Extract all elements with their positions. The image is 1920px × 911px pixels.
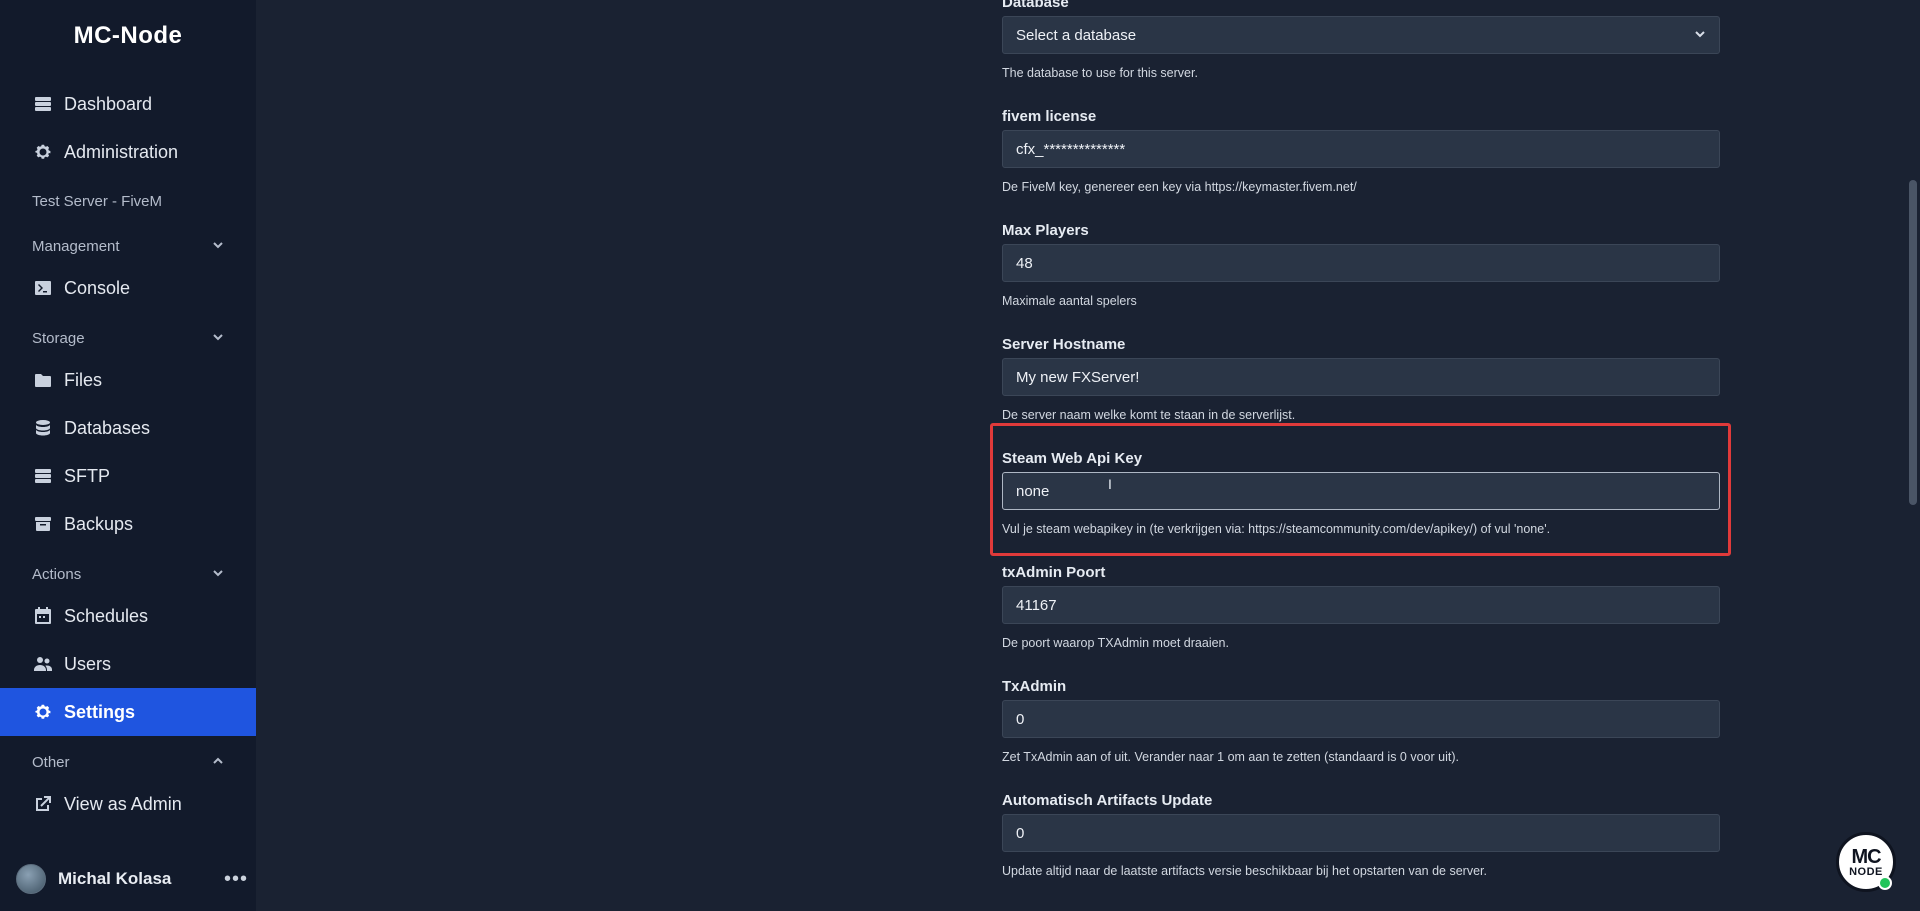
- archive-box-icon: [32, 513, 54, 535]
- server-hostname-field: Server Hostname My new FXServer! De serv…: [1002, 336, 1720, 422]
- section-toggle-storage[interactable]: Storage: [0, 323, 256, 353]
- server-hostname-input[interactable]: My new FXServer!: [1002, 358, 1720, 396]
- field-label: fivem license: [1002, 108, 1097, 125]
- input-value: My new FXServer!: [1016, 368, 1140, 386]
- database-field: Database Select a database The database …: [1002, 0, 1720, 80]
- gear-icon: [32, 701, 54, 723]
- chevron-down-icon: [1694, 27, 1706, 44]
- chevron-down-icon: [212, 238, 224, 255]
- input-value: 0: [1016, 824, 1025, 842]
- input-value: 48: [1016, 254, 1033, 272]
- section-label: Actions: [32, 565, 82, 583]
- section-toggle-management[interactable]: Management: [0, 231, 256, 261]
- sidebar-item-label: Settings: [64, 701, 136, 722]
- chevron-up-icon: [212, 754, 224, 771]
- server-stack-icon: [32, 465, 54, 487]
- chevron-down-icon: [212, 566, 224, 583]
- field-label: txAdmin Poort: [1002, 564, 1106, 581]
- sidebar-item-label: Schedules: [64, 605, 149, 626]
- input-value: cfx_**************: [1016, 140, 1126, 158]
- field-hint: De FiveM key, genereer een key via https…: [1002, 180, 1357, 194]
- user-menu[interactable]: Michal Kolasa •••: [0, 859, 256, 899]
- logo-text: NODE: [1849, 865, 1883, 878]
- sidebar-item-sftp[interactable]: SFTP: [0, 452, 256, 500]
- sidebar-item-label: Databases: [64, 417, 151, 438]
- input-value: 41167: [1016, 596, 1057, 614]
- txadmin-input[interactable]: 0: [1002, 700, 1720, 738]
- sidebar-item-label: Backups: [64, 513, 134, 534]
- server-stack-icon: [32, 93, 54, 115]
- status-online-dot: [1878, 876, 1892, 890]
- auto-artifacts-field: Automatisch Artifacts Update 0 Update al…: [1002, 792, 1720, 878]
- txadmin-port-input[interactable]: 41167: [1002, 586, 1720, 624]
- sidebar-item-administration[interactable]: Administration: [0, 128, 256, 176]
- sidebar-item-console[interactable]: Console: [0, 264, 256, 312]
- user-name: Michal Kolasa: [58, 869, 172, 888]
- field-hint: Zet TxAdmin aan of uit. Verander naar 1 …: [1002, 750, 1459, 764]
- sidebar-item-label: Files: [64, 369, 103, 390]
- section-label: Management: [32, 237, 120, 255]
- terminal-icon: [32, 277, 54, 299]
- sidebar-item-users[interactable]: Users: [0, 640, 256, 688]
- calendar-icon: [32, 605, 54, 627]
- field-hint: De server naam welke komt te staan in de…: [1002, 408, 1296, 422]
- text-cursor-icon: I: [1108, 476, 1112, 492]
- sidebar: MC-Node Dashboard Administration Test Se…: [0, 0, 256, 911]
- input-value: 0: [1016, 710, 1025, 728]
- section-label: Other: [32, 753, 70, 771]
- external-link-icon: [32, 793, 54, 815]
- sidebar-item-label: Administration: [64, 141, 179, 162]
- auto-artifacts-input[interactable]: 0: [1002, 814, 1720, 852]
- section-label: Storage: [32, 329, 85, 347]
- sidebar-item-view-as-admin[interactable]: View as Admin: [0, 780, 256, 828]
- section-toggle-other[interactable]: Other: [0, 747, 256, 777]
- sidebar-item-databases[interactable]: Databases: [0, 404, 256, 452]
- server-name: Test Server - FiveM: [32, 193, 163, 210]
- field-label: Database: [1002, 0, 1069, 11]
- sidebar-item-label: SFTP: [64, 465, 111, 486]
- fivem-license-input[interactable]: cfx_**************: [1002, 130, 1720, 168]
- sidebar-item-label: Dashboard: [64, 93, 153, 114]
- scrollbar-thumb[interactable]: [1909, 180, 1917, 505]
- field-label: Max Players: [1002, 222, 1089, 239]
- max-players-field: Max Players 48 Maximale aantal spelers: [1002, 222, 1720, 308]
- more-options-icon[interactable]: •••: [216, 868, 256, 891]
- sidebar-item-dashboard[interactable]: Dashboard: [0, 80, 256, 128]
- folder-icon: [32, 369, 54, 391]
- section-toggle-actions[interactable]: Actions: [0, 559, 256, 589]
- sidebar-item-label: Console: [64, 277, 131, 298]
- field-label: Automatisch Artifacts Update: [1002, 792, 1213, 809]
- field-label: Server Hostname: [1002, 336, 1126, 353]
- database-select[interactable]: Select a database: [1002, 16, 1720, 54]
- txadmin-port-field: txAdmin Poort 41167 De poort waarop TXAd…: [1002, 564, 1720, 650]
- field-hint: Maximale aantal spelers: [1002, 294, 1137, 308]
- chevron-down-icon: [212, 330, 224, 347]
- field-hint: De poort waarop TXAdmin moet draaien.: [1002, 636, 1229, 650]
- field-hint: The database to use for this server.: [1002, 66, 1198, 80]
- highlight-box: [990, 423, 1731, 556]
- database-icon: [32, 417, 54, 439]
- fivem-license-field: fivem license cfx_************** De Five…: [1002, 108, 1720, 194]
- field-label: TxAdmin: [1002, 678, 1067, 695]
- sidebar-item-files[interactable]: Files: [0, 356, 256, 404]
- sidebar-item-schedules[interactable]: Schedules: [0, 592, 256, 640]
- logo-text: MC: [1851, 845, 1881, 868]
- sidebar-item-settings[interactable]: Settings: [0, 688, 256, 736]
- avatar: [16, 864, 46, 894]
- field-hint: Update altijd naar de laatste artifacts …: [1002, 864, 1487, 878]
- gear-icon: [32, 141, 54, 163]
- users-icon: [32, 653, 54, 675]
- max-players-input[interactable]: 48: [1002, 244, 1720, 282]
- txadmin-field: TxAdmin 0 Zet TxAdmin aan of uit. Verand…: [1002, 678, 1720, 764]
- sidebar-item-label: View as Admin: [64, 793, 182, 814]
- sidebar-item-backups[interactable]: Backups: [0, 500, 256, 548]
- select-value: Select a database: [1016, 26, 1137, 44]
- sidebar-item-label: Users: [64, 653, 112, 674]
- brand-logo[interactable]: MC-Node: [0, 22, 256, 50]
